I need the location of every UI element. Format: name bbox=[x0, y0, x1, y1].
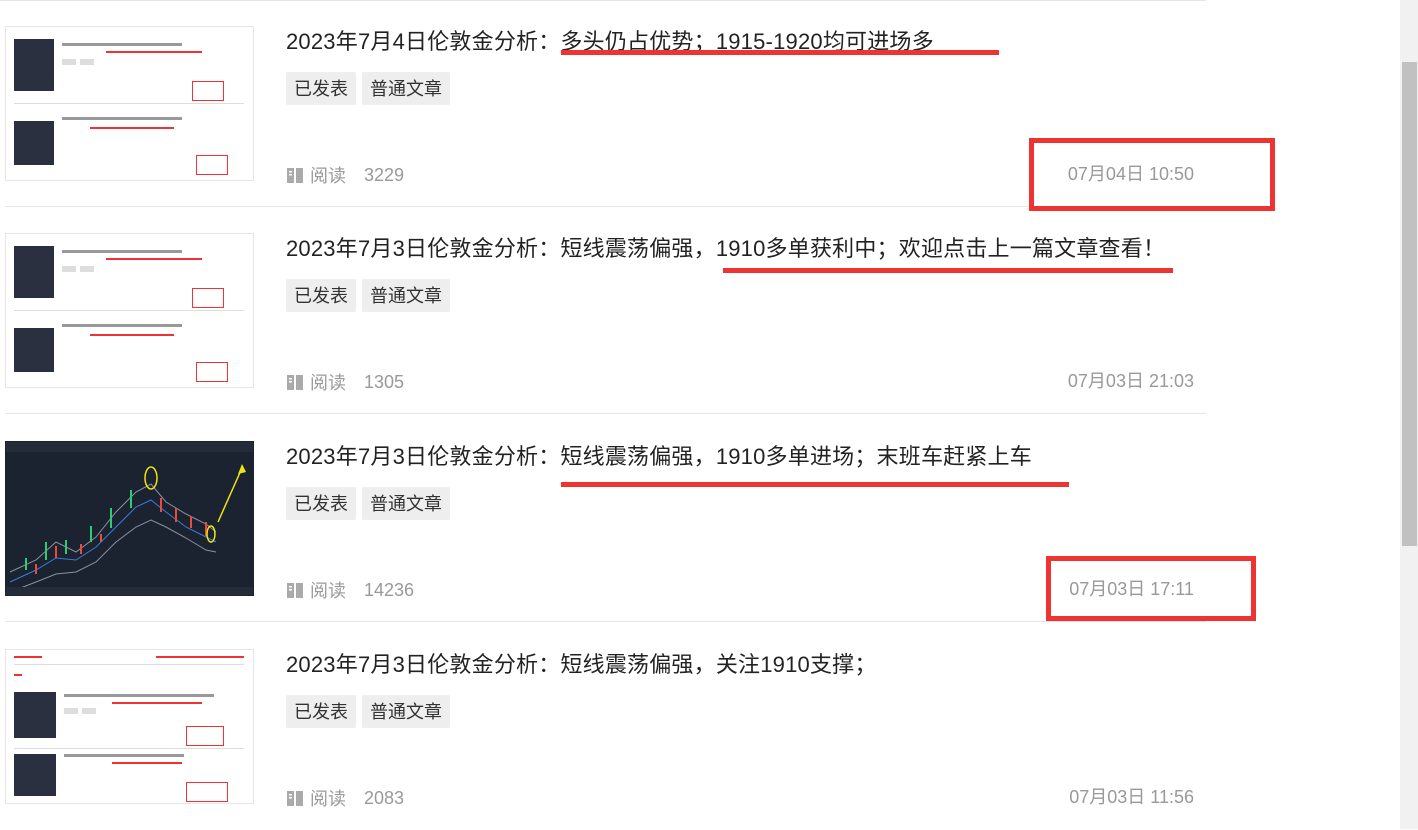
divider bbox=[5, 413, 1206, 414]
type-tag: 普通文章 bbox=[362, 72, 450, 105]
read-count: 阅读 2083 bbox=[286, 785, 404, 811]
article-title[interactable]: 2023年7月3日伦敦金分析：短线震荡偏强，1910多单获利中；欢迎点击上一篇文… bbox=[286, 231, 1165, 263]
article-item[interactable]: 2023年7月3日伦敦金分析：短线震荡偏强，1910多单获利中；欢迎点击上一篇文… bbox=[0, 207, 1206, 414]
annotation-underline bbox=[723, 268, 1173, 273]
article-title[interactable]: 2023年7月3日伦敦金分析：短线震荡偏强，1910多单进场；末班车赶紧上车 bbox=[286, 439, 1032, 471]
publish-date: 07月03日 11:56 bbox=[1069, 787, 1194, 807]
scrollbar-thumb[interactable] bbox=[1402, 62, 1417, 546]
book-icon bbox=[287, 582, 303, 598]
tag-group: 已发表 普通文章 bbox=[286, 279, 450, 312]
tag-group: 已发表 普通文章 bbox=[286, 72, 450, 105]
book-icon bbox=[287, 790, 303, 806]
article-thumbnail[interactable] bbox=[5, 26, 254, 181]
candlestick-chart-image bbox=[6, 442, 253, 595]
read-label: 阅读 bbox=[310, 789, 346, 809]
article-thumbnail[interactable] bbox=[5, 649, 254, 804]
tag-group: 已发表 普通文章 bbox=[286, 695, 450, 728]
article-thumbnail[interactable] bbox=[5, 233, 254, 388]
book-icon bbox=[287, 374, 303, 390]
annotation-box bbox=[1029, 138, 1275, 211]
book-icon bbox=[287, 167, 303, 183]
article-item[interactable]: 2023年7月3日伦敦金分析：短线震荡偏强，1910多单进场；末班车赶紧上车 已… bbox=[0, 415, 1206, 622]
type-tag: 普通文章 bbox=[362, 487, 450, 520]
status-tag: 已发表 bbox=[286, 695, 356, 728]
read-label: 阅读 bbox=[310, 166, 346, 186]
scrollbar[interactable] bbox=[1400, 0, 1418, 829]
article-thumbnail[interactable] bbox=[5, 441, 254, 596]
article-item[interactable]: 2023年7月3日伦敦金分析：短线震荡偏强，关注1910支撑； 已发表 普通文章… bbox=[0, 623, 1206, 830]
read-count: 阅读 3229 bbox=[286, 162, 404, 188]
read-label: 阅读 bbox=[310, 373, 346, 393]
type-tag: 普通文章 bbox=[362, 279, 450, 312]
annotation-box bbox=[1046, 556, 1256, 621]
tag-group: 已发表 普通文章 bbox=[286, 487, 450, 520]
read-count: 阅读 1305 bbox=[286, 369, 404, 395]
status-tag: 已发表 bbox=[286, 279, 356, 312]
article-item[interactable]: 2023年7月4日伦敦金分析：多头仍占优势；1915-1920均可进场多 已发表… bbox=[0, 0, 1206, 207]
annotation-underline bbox=[561, 482, 1069, 487]
divider bbox=[5, 621, 1206, 622]
status-tag: 已发表 bbox=[286, 72, 356, 105]
status-tag: 已发表 bbox=[286, 487, 356, 520]
type-tag: 普通文章 bbox=[362, 695, 450, 728]
article-title[interactable]: 2023年7月3日伦敦金分析：短线震荡偏强，关注1910支撑； bbox=[286, 647, 877, 679]
read-value: 1305 bbox=[364, 371, 405, 392]
read-label: 阅读 bbox=[310, 581, 346, 601]
read-count: 阅读 14236 bbox=[286, 577, 414, 603]
publish-date: 07月03日 21:03 bbox=[1067, 371, 1194, 391]
read-value: 14236 bbox=[364, 579, 415, 600]
read-value: 2083 bbox=[364, 787, 405, 808]
annotation-underline bbox=[561, 50, 999, 55]
read-value: 3229 bbox=[364, 164, 405, 185]
